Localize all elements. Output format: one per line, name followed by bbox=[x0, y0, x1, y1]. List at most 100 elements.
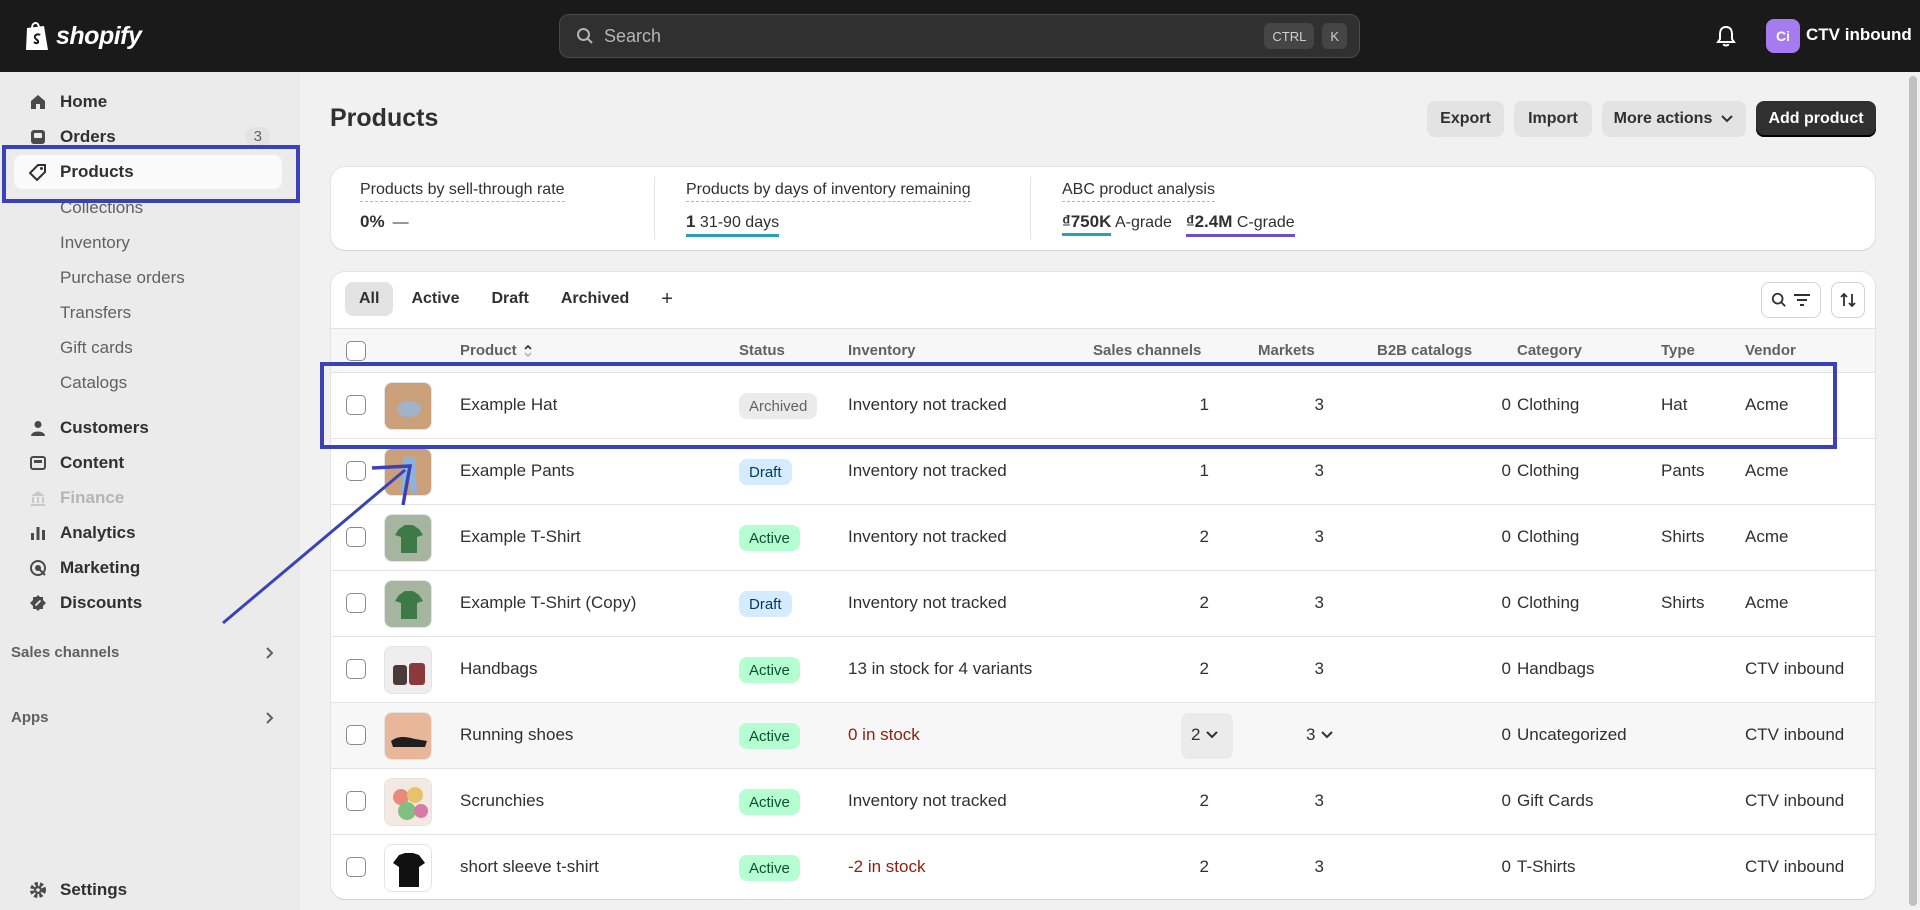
store-name[interactable]: CTV inbound bbox=[1806, 25, 1912, 45]
notification-bell-icon[interactable] bbox=[1715, 24, 1737, 48]
type-cell: Shirts bbox=[1661, 593, 1705, 612]
scrollbar-thumb[interactable] bbox=[1909, 76, 1917, 906]
sidebar-subitem-gift-cards[interactable]: Gift cards bbox=[60, 338, 133, 358]
sales-channels-heading[interactable]: Sales channels bbox=[11, 644, 119, 661]
store-avatar[interactable]: Ci bbox=[1766, 19, 1800, 53]
product-thumbnail[interactable] bbox=[384, 646, 432, 694]
category-cell: Handbags bbox=[1517, 659, 1595, 678]
gear-icon bbox=[28, 880, 48, 900]
chevron-right-icon[interactable] bbox=[264, 711, 274, 725]
product-name[interactable]: Scrunchies bbox=[460, 791, 544, 811]
sidebar-item-discounts[interactable]: Discounts bbox=[14, 586, 282, 620]
row-checkbox[interactable] bbox=[346, 395, 366, 415]
table-row[interactable]: short sleeve t-shirt Active -2 in stock 2 3 0… bbox=[331, 835, 1875, 899]
row-checkbox[interactable] bbox=[346, 659, 366, 679]
export-button[interactable]: Export bbox=[1427, 101, 1504, 137]
product-thumbnail[interactable] bbox=[384, 844, 432, 892]
sidebar-item-orders[interactable]: Orders 3 bbox=[14, 120, 282, 154]
product-thumbnail[interactable] bbox=[384, 382, 432, 430]
inventory-cell: Inventory not tracked bbox=[848, 791, 1007, 810]
sidebar-subitem-transfers[interactable]: Transfers bbox=[60, 303, 131, 323]
metric-sell-through[interactable]: Products by sell-through rate 0% — bbox=[360, 181, 565, 232]
product-name[interactable]: Example T-Shirt bbox=[460, 527, 581, 547]
column-header-markets[interactable]: Markets bbox=[1258, 342, 1315, 359]
metric-days-inventory[interactable]: Products by days of inventory remaining … bbox=[686, 181, 971, 237]
column-header-status[interactable]: Status bbox=[739, 342, 785, 359]
sidebar-item-home[interactable]: Home bbox=[14, 85, 282, 119]
product-name[interactable]: short sleeve t-shirt bbox=[460, 857, 599, 877]
shortcut-k: K bbox=[1322, 23, 1347, 49]
table-header: Product Status Inventory Sales channels … bbox=[331, 328, 1875, 373]
product-thumbnail[interactable] bbox=[384, 778, 432, 826]
table-row[interactable]: Handbags Active 13 in stock for 4 variants… bbox=[331, 637, 1875, 703]
tab-archived[interactable]: Archived bbox=[547, 282, 643, 316]
tab-active[interactable]: Active bbox=[397, 282, 473, 316]
target-icon bbox=[28, 558, 48, 578]
row-checkbox[interactable] bbox=[346, 857, 366, 877]
column-header-category[interactable]: Category bbox=[1517, 342, 1582, 359]
row-checkbox[interactable] bbox=[346, 791, 366, 811]
sidebar-subitem-collections[interactable]: Collections bbox=[60, 198, 143, 218]
product-thumbnail[interactable] bbox=[384, 514, 432, 562]
product-name[interactable]: Running shoes bbox=[460, 725, 573, 745]
column-header-inventory[interactable]: Inventory bbox=[848, 342, 916, 359]
apps-heading[interactable]: Apps bbox=[11, 709, 49, 726]
sidebar-item-label: Discounts bbox=[60, 593, 143, 612]
product-name[interactable]: Example Pants bbox=[460, 461, 574, 481]
more-actions-button[interactable]: More actions bbox=[1602, 101, 1746, 137]
shopify-logo[interactable]: shopify bbox=[24, 18, 142, 54]
row-checkbox[interactable] bbox=[346, 593, 366, 613]
sidebar-item-finance[interactable]: Finance bbox=[14, 481, 282, 515]
search-filter-button[interactable] bbox=[1761, 282, 1821, 318]
select-all-checkbox[interactable] bbox=[346, 341, 366, 361]
sidebar-item-content[interactable]: Content bbox=[14, 446, 282, 480]
product-name[interactable]: Example T-Shirt (Copy) bbox=[460, 593, 636, 613]
table-row[interactable]: Example T-Shirt Active Inventory not track… bbox=[331, 505, 1875, 571]
sidebar-subitem-purchase-orders[interactable]: Purchase orders bbox=[60, 268, 185, 288]
type-cell: Pants bbox=[1661, 461, 1705, 480]
inventory-cell: 13 in stock for 4 variants bbox=[848, 659, 1033, 678]
table-row[interactable]: Running shoes Active 0 in stock 2 3 0 Uncatego… bbox=[331, 703, 1875, 769]
row-checkbox[interactable] bbox=[346, 527, 366, 547]
column-header-b2b-catalogs[interactable]: B2B catalogs bbox=[1377, 342, 1472, 359]
row-checkbox[interactable] bbox=[346, 461, 366, 481]
product-name[interactable]: Example Hat bbox=[460, 395, 557, 415]
metric-c-value: ₫2.4M bbox=[1185, 212, 1233, 231]
add-product-button[interactable]: Add product bbox=[1756, 101, 1876, 137]
table-row[interactable]: Scrunchies Active Inventory not tracked 2 3 0… bbox=[331, 769, 1875, 835]
sidebar-subitem-catalogs[interactable]: Catalogs bbox=[60, 373, 127, 393]
sidebar-item-analytics[interactable]: Analytics bbox=[14, 516, 282, 550]
product-thumbnail[interactable] bbox=[384, 448, 432, 496]
sidebar-item-customers[interactable]: Customers bbox=[14, 411, 282, 445]
add-view-button[interactable]: + bbox=[647, 282, 687, 316]
sales-channels-cell[interactable]: 2 bbox=[1191, 725, 1219, 745]
sidebar-item-settings[interactable]: Settings bbox=[14, 873, 282, 907]
metric-a-label: A-grade bbox=[1114, 214, 1172, 231]
tab-all[interactable]: All bbox=[345, 282, 394, 316]
b2b-catalogs-cell: 0 bbox=[1501, 461, 1511, 480]
column-header-type[interactable]: Type bbox=[1661, 342, 1695, 359]
column-header-product[interactable]: Product bbox=[460, 342, 533, 359]
product-thumbnail[interactable] bbox=[384, 712, 432, 760]
product-name[interactable]: Handbags bbox=[460, 659, 538, 679]
chevron-right-icon[interactable] bbox=[264, 646, 274, 660]
table-row[interactable]: Example Pants Draft Inventory not tracked 1… bbox=[331, 439, 1875, 505]
search-bar[interactable]: Search CTRL K bbox=[559, 14, 1360, 58]
vendor-cell: Acme bbox=[1745, 395, 1789, 414]
page-scrollbar[interactable] bbox=[1906, 72, 1920, 910]
tab-draft[interactable]: Draft bbox=[477, 282, 542, 316]
row-checkbox[interactable] bbox=[346, 725, 366, 745]
import-button[interactable]: Import bbox=[1514, 101, 1592, 137]
b2b-catalogs-cell: 0 bbox=[1501, 395, 1511, 414]
sidebar-subitem-inventory[interactable]: Inventory bbox=[60, 233, 130, 253]
column-header-sales-channels[interactable]: Sales channels bbox=[1093, 342, 1201, 359]
sidebar-item-products[interactable]: Products bbox=[14, 155, 282, 189]
sidebar-item-marketing[interactable]: Marketing bbox=[14, 551, 282, 585]
product-thumbnail[interactable] bbox=[384, 580, 432, 628]
metric-abc-analysis[interactable]: ABC product analysis ₫750K A-grade ₫2.4M… bbox=[1062, 181, 1295, 237]
markets-cell[interactable]: 3 bbox=[1306, 725, 1334, 745]
sort-button[interactable] bbox=[1831, 282, 1865, 318]
table-row[interactable]: Example Hat Archived Inventory not tracked… bbox=[331, 373, 1875, 439]
table-row[interactable]: Example T-Shirt (Copy) Draft Inventory not… bbox=[331, 571, 1875, 637]
column-header-vendor[interactable]: Vendor bbox=[1745, 342, 1796, 359]
